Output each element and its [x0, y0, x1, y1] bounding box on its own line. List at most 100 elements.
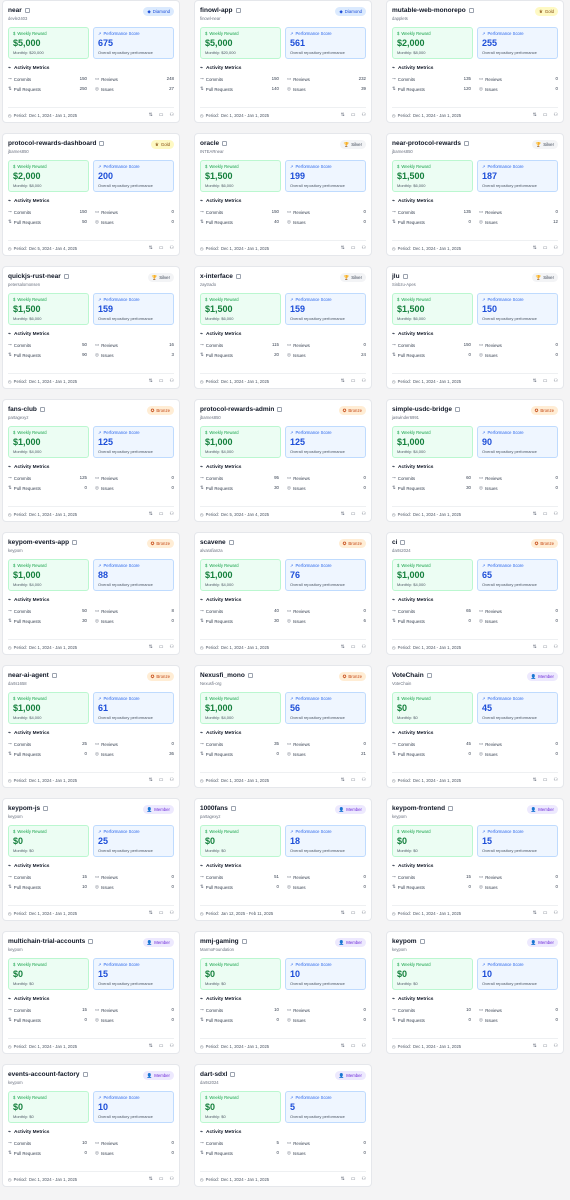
- repo-name[interactable]: ci: [392, 539, 397, 546]
- external-link-icon[interactable]: [400, 540, 406, 545]
- users-icon[interactable]: ⚇: [362, 910, 366, 916]
- comment-icon[interactable]: ▭: [159, 910, 164, 916]
- comment-icon[interactable]: ▭: [159, 644, 164, 650]
- pull-request-link-icon[interactable]: ⇅: [341, 112, 345, 118]
- comment-icon[interactable]: ▭: [351, 1176, 356, 1182]
- users-icon[interactable]: ⚇: [362, 1176, 366, 1182]
- repo-name[interactable]: quickjs-rust-near: [8, 273, 61, 280]
- pull-request-link-icon[interactable]: ⇅: [533, 511, 537, 517]
- comment-icon[interactable]: ▭: [159, 245, 164, 251]
- external-link-icon[interactable]: [222, 141, 228, 146]
- users-icon[interactable]: ⚇: [170, 777, 174, 783]
- repo-name[interactable]: dart-sdxl: [200, 1071, 227, 1078]
- comment-icon[interactable]: ▭: [543, 1043, 548, 1049]
- external-link-icon[interactable]: [235, 8, 241, 13]
- pull-request-link-icon[interactable]: ⇅: [341, 1043, 345, 1049]
- repo-name[interactable]: VoteChain: [392, 672, 424, 679]
- external-link-icon[interactable]: [241, 939, 247, 944]
- users-icon[interactable]: ⚇: [554, 644, 558, 650]
- pull-request-link-icon[interactable]: ⇅: [533, 910, 537, 916]
- comment-icon[interactable]: ▭: [351, 644, 356, 650]
- comment-icon[interactable]: ▭: [351, 378, 356, 384]
- external-link-icon[interactable]: [247, 673, 253, 678]
- external-link-icon[interactable]: [230, 806, 236, 811]
- comment-icon[interactable]: ▭: [351, 112, 356, 118]
- pull-request-link-icon[interactable]: ⇅: [149, 910, 153, 916]
- repo-name[interactable]: protocol-rewards-dashboard: [8, 140, 96, 147]
- pull-request-link-icon[interactable]: ⇅: [341, 644, 345, 650]
- external-link-icon[interactable]: [277, 407, 283, 412]
- repo-name[interactable]: oracle: [200, 140, 219, 147]
- users-icon[interactable]: ⚇: [554, 511, 558, 517]
- external-link-icon[interactable]: [464, 141, 469, 146]
- repo-name[interactable]: scavene: [200, 539, 226, 546]
- repo-name[interactable]: near-protocol-rewards: [392, 140, 461, 147]
- comment-icon[interactable]: ▭: [543, 910, 548, 916]
- comment-icon[interactable]: ▭: [159, 777, 164, 783]
- repo-name[interactable]: jlu: [392, 273, 400, 280]
- users-icon[interactable]: ⚇: [362, 378, 366, 384]
- pull-request-link-icon[interactable]: ⇅: [341, 910, 345, 916]
- comment-icon[interactable]: ▭: [159, 1043, 164, 1049]
- external-link-icon[interactable]: [39, 407, 45, 412]
- users-icon[interactable]: ⚇: [362, 1043, 366, 1049]
- pull-request-link-icon[interactable]: ⇅: [149, 1043, 153, 1049]
- users-icon[interactable]: ⚇: [362, 777, 366, 783]
- external-link-icon[interactable]: [82, 1072, 88, 1077]
- repo-name[interactable]: fans-club: [8, 406, 37, 413]
- users-icon[interactable]: ⚇: [170, 1176, 174, 1182]
- users-icon[interactable]: ⚇: [362, 245, 366, 251]
- comment-icon[interactable]: ▭: [159, 378, 164, 384]
- external-link-icon[interactable]: [99, 141, 105, 146]
- repo-name[interactable]: events-account-factory: [8, 1071, 80, 1078]
- users-icon[interactable]: ⚇: [170, 378, 174, 384]
- repo-name[interactable]: keypom-events-app: [8, 539, 69, 546]
- users-icon[interactable]: ⚇: [170, 245, 174, 251]
- comment-icon[interactable]: ▭: [351, 1043, 356, 1049]
- external-link-icon[interactable]: [63, 274, 69, 279]
- pull-request-link-icon[interactable]: ⇅: [341, 1176, 345, 1182]
- comment-icon[interactable]: ▭: [543, 777, 548, 783]
- users-icon[interactable]: ⚇: [554, 245, 558, 251]
- users-icon[interactable]: ⚇: [554, 777, 558, 783]
- comment-icon[interactable]: ▭: [351, 777, 356, 783]
- external-link-icon[interactable]: [51, 673, 57, 678]
- pull-request-link-icon[interactable]: ⇅: [533, 1043, 537, 1049]
- repo-name[interactable]: multichain-trial-accounts: [8, 938, 85, 945]
- repo-name[interactable]: x-interface: [200, 273, 233, 280]
- external-link-icon[interactable]: [402, 274, 408, 279]
- repo-name[interactable]: simple-usdc-bridge: [392, 406, 452, 413]
- comment-icon[interactable]: ▭: [351, 245, 356, 251]
- external-link-icon[interactable]: [228, 540, 234, 545]
- repo-name[interactable]: keypom-frontend: [392, 805, 445, 812]
- external-link-icon[interactable]: [468, 8, 474, 13]
- repo-name[interactable]: mutable-web-monorepo: [392, 7, 466, 14]
- users-icon[interactable]: ⚇: [362, 511, 366, 517]
- pull-request-link-icon[interactable]: ⇅: [533, 777, 537, 783]
- repo-name[interactable]: mmj-gaming: [200, 938, 239, 945]
- pull-request-link-icon[interactable]: ⇅: [149, 511, 153, 517]
- repo-name[interactable]: keypom: [392, 938, 417, 945]
- pull-request-link-icon[interactable]: ⇅: [341, 378, 345, 384]
- pull-request-link-icon[interactable]: ⇅: [149, 378, 153, 384]
- external-link-icon[interactable]: [426, 673, 432, 678]
- comment-icon[interactable]: ▭: [351, 511, 356, 517]
- users-icon[interactable]: ⚇: [362, 644, 366, 650]
- comment-icon[interactable]: ▭: [543, 644, 548, 650]
- pull-request-link-icon[interactable]: ⇅: [533, 112, 537, 118]
- comment-icon[interactable]: ▭: [543, 245, 548, 251]
- users-icon[interactable]: ⚇: [554, 112, 558, 118]
- pull-request-link-icon[interactable]: ⇅: [341, 245, 345, 251]
- repo-name[interactable]: near: [8, 7, 22, 14]
- external-link-icon[interactable]: [88, 939, 94, 944]
- external-link-icon[interactable]: [230, 1072, 236, 1077]
- users-icon[interactable]: ⚇: [170, 112, 174, 118]
- repo-name[interactable]: keypom-js: [8, 805, 40, 812]
- comment-icon[interactable]: ▭: [159, 112, 164, 118]
- comment-icon[interactable]: ▭: [543, 378, 548, 384]
- external-link-icon[interactable]: [235, 274, 241, 279]
- pull-request-link-icon[interactable]: ⇅: [149, 245, 153, 251]
- repo-name[interactable]: near-ai-agent: [8, 672, 49, 679]
- users-icon[interactable]: ⚇: [170, 644, 174, 650]
- pull-request-link-icon[interactable]: ⇅: [149, 1176, 153, 1182]
